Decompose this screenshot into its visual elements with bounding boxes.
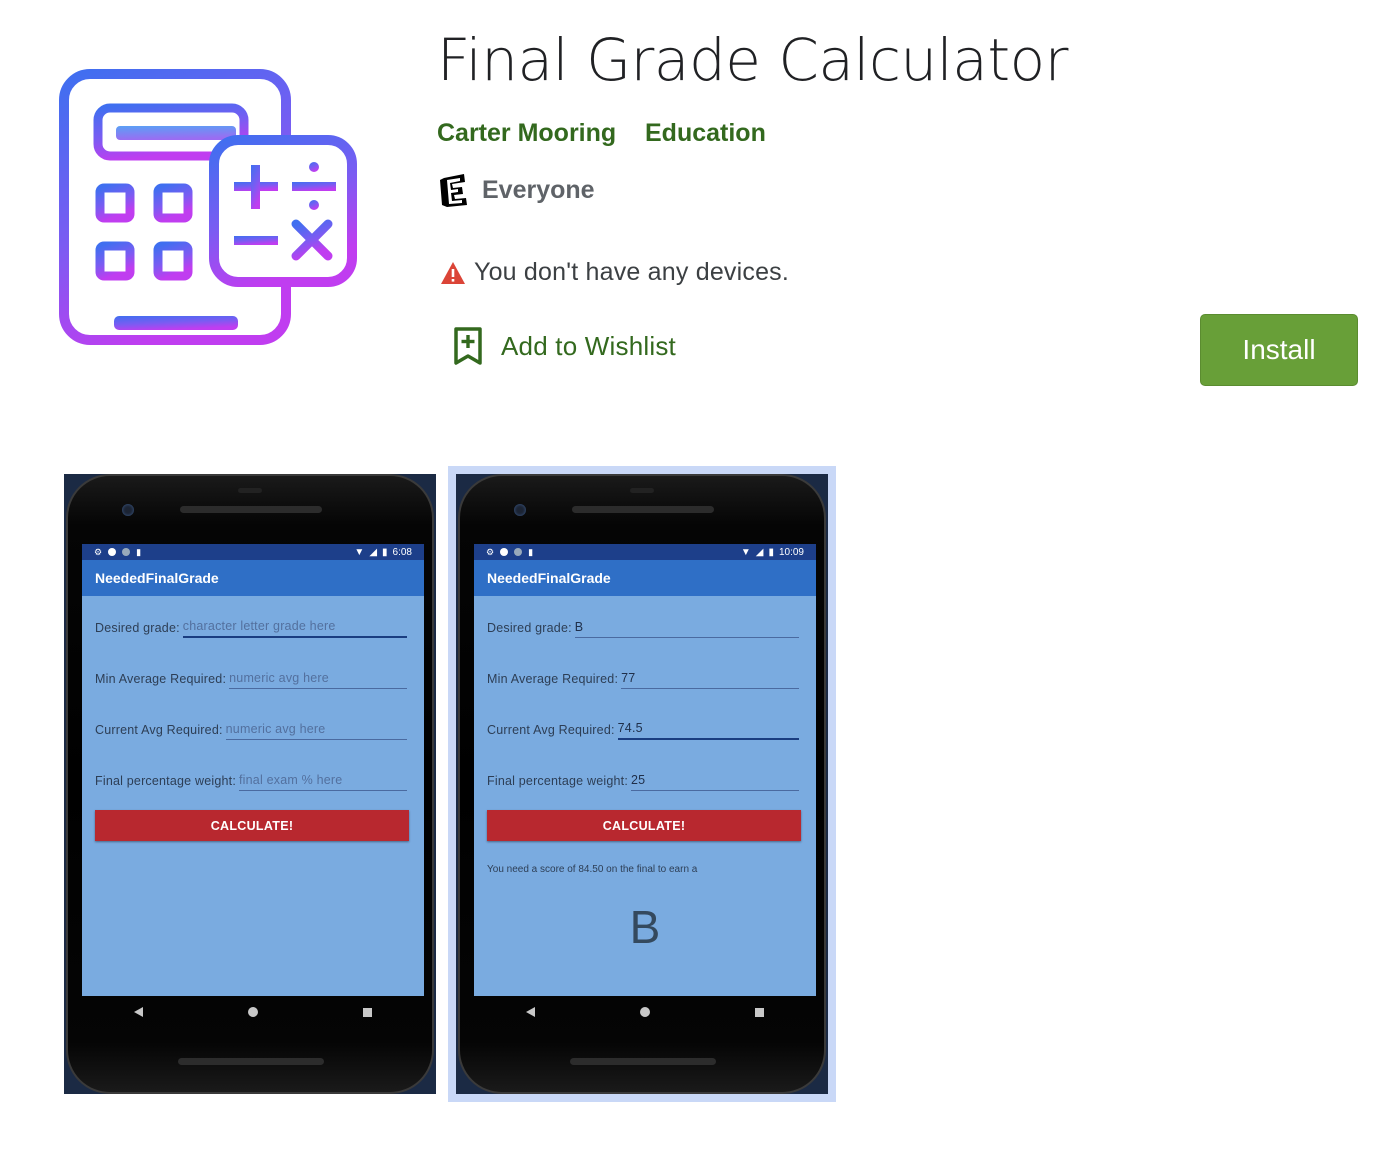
final-weight-field: Final percentage weight: final exam % he… [95, 767, 407, 791]
screenshot-1[interactable]: ⚙ ▮ ▼ ◢ ▮ 6:08 NeededFinalGrade Desired … [64, 474, 436, 1094]
phone-screen: ⚙ ▮ ▼ ◢ ▮ 6:08 NeededFinalGrade Desired … [82, 544, 424, 996]
status-bar: ⚙ ▮ ▼ ◢ ▮ 6:08 [82, 544, 424, 560]
calculate-button: CALCULATE! [487, 810, 801, 841]
result-text: You need a score of 84.50 on the final t… [487, 864, 698, 875]
phone-screen: ⚙ ▮ ▼ ◢ ▮ 10:09 NeededFinalGrade Desired… [474, 544, 816, 996]
phone-frame: ⚙ ▮ ▼ ◢ ▮ 6:08 NeededFinalGrade Desired … [66, 474, 434, 1094]
developer-link[interactable]: Carter Mooring [437, 116, 616, 150]
desired-grade-field: Desired grade: B [487, 614, 799, 638]
recents-icon [754, 1007, 764, 1017]
wifi-icon: ▼ [740, 546, 751, 558]
speaker-grille [180, 506, 322, 513]
content-rating-label: Everyone [482, 175, 595, 204]
final-weight-field: Final percentage weight: 25 [487, 767, 799, 791]
status-time: 10:09 [778, 546, 804, 558]
signal-icon: ◢ [369, 546, 378, 558]
battery-icon: ▮ [768, 546, 774, 558]
calculate-button: CALCULATE! [95, 810, 409, 841]
add-to-wishlist-button[interactable]: Add to Wishlist [452, 326, 676, 366]
signal-icon: ◢ [755, 546, 764, 558]
sd-card-icon: ▮ [528, 546, 534, 557]
desired-grade-field: Desired grade: character letter grade he… [95, 614, 407, 638]
speaker-grille [572, 506, 714, 513]
devices-notice: You don't have any devices. [440, 258, 789, 287]
circle-icon [122, 548, 131, 556]
screenshot-2[interactable]: ⚙ ▮ ▼ ◢ ▮ 10:09 NeededFinalGrade Desired… [456, 474, 828, 1094]
bookmark-add-icon [454, 327, 482, 365]
app-title: Final Grade Calculator [437, 26, 1068, 94]
wishlist-label: Add to Wishlist [501, 330, 676, 361]
current-avg-field: Current Avg Required: 74.5 [487, 716, 799, 740]
category-link[interactable]: Education [645, 116, 766, 150]
sd-card-icon: ▮ [136, 546, 142, 557]
esrb-everyone-icon [440, 174, 467, 207]
camera-dot [514, 504, 526, 516]
current-avg-field: Current Avg Required: numeric avg here [95, 716, 407, 740]
settings-icon: ⚙ [94, 546, 103, 557]
camera-dot [122, 504, 134, 516]
install-button[interactable]: Install [1200, 314, 1358, 386]
home-icon [639, 1007, 650, 1017]
status-bar: ⚙ ▮ ▼ ◢ ▮ 10:09 [474, 544, 816, 560]
android-nav-bar [474, 996, 816, 1028]
warning-triangle-icon [441, 261, 465, 284]
min-average-field: Min Average Required: numeric avg here [95, 665, 407, 689]
shield-icon [108, 548, 117, 556]
shield-icon [500, 548, 509, 556]
app-bar-title: NeededFinalGrade [82, 560, 424, 596]
android-nav-bar [82, 996, 424, 1028]
content-rating: Everyone [438, 170, 595, 210]
devices-notice-text: You don't have any devices. [474, 258, 790, 286]
status-time: 6:08 [392, 546, 412, 558]
home-icon [247, 1007, 258, 1017]
app-icon [56, 64, 362, 348]
wifi-icon: ▼ [354, 546, 365, 558]
min-average-field: Min Average Required: 77 [487, 665, 799, 689]
circle-icon [514, 548, 523, 556]
back-icon [134, 1007, 144, 1017]
phone-frame: ⚙ ▮ ▼ ◢ ▮ 10:09 NeededFinalGrade Desired… [458, 474, 826, 1094]
result-grade: B [629, 901, 661, 953]
settings-icon: ⚙ [486, 546, 495, 557]
recents-icon [362, 1007, 372, 1017]
back-icon [526, 1007, 536, 1017]
battery-icon: ▮ [382, 546, 388, 558]
calculator-icon [59, 69, 357, 345]
app-bar-title: NeededFinalGrade [474, 560, 816, 596]
